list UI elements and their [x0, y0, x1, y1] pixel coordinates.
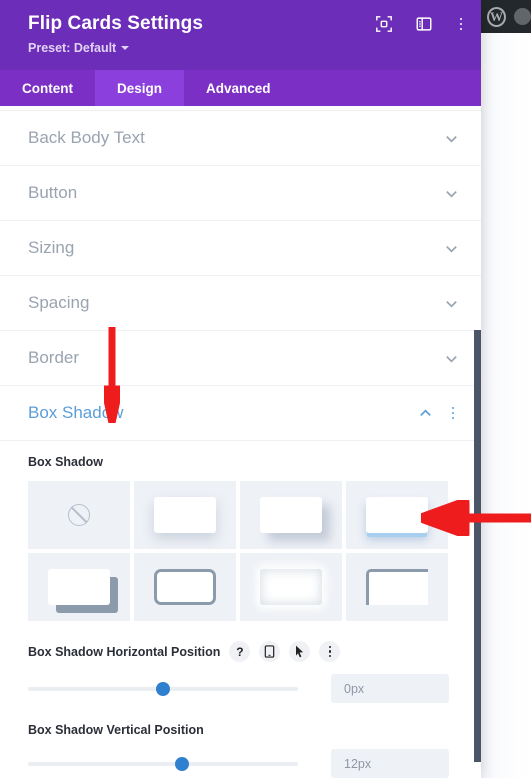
wordpress-logo-icon[interactable]: W: [487, 6, 506, 27]
box-shadow-horizontal-position-control: Box Shadow Horizontal Position ? 0px: [28, 641, 453, 703]
site-icon[interactable]: [514, 8, 531, 25]
box-shadow-preset-inner-shadow[interactable]: [240, 553, 342, 621]
wordpress-page-backdrop: [481, 0, 531, 778]
vertical-scrollbar[interactable]: [474, 330, 481, 762]
split-view-icon[interactable]: [415, 15, 433, 33]
settings-modal: Flip Cards Settings Preset: Default Cont…: [0, 0, 481, 778]
accordion-label: Sizing: [28, 238, 75, 257]
box-shadow-field-label: Box Shadow: [28, 455, 104, 469]
tab-advanced[interactable]: Advanced: [184, 70, 293, 106]
box-shadow-preset-grid: [28, 481, 448, 621]
annotation-arrow-down: [104, 327, 120, 423]
tab-design[interactable]: Design: [95, 70, 185, 106]
wordpress-admin-bar: W: [481, 0, 531, 33]
shadow-preview: [48, 569, 110, 605]
box-shadow-preset-offset-blur-shadow[interactable]: [240, 481, 342, 549]
box-shadow-preset-corner-bracket-shadow[interactable]: [346, 553, 448, 621]
accordion-spacing[interactable]: Spacing: [0, 276, 481, 331]
accordion-label: Border: [28, 348, 80, 367]
more-options-icon[interactable]: [319, 641, 341, 662]
accordion-box-shadow[interactable]: Box Shadow: [0, 386, 481, 441]
slider-row: 0px: [28, 674, 453, 703]
focus-mode-icon[interactable]: [375, 15, 393, 33]
box-shadow-preset-no-shadow[interactable]: [28, 481, 130, 549]
more-options-icon[interactable]: [447, 405, 460, 422]
accordion-button[interactable]: Button: [0, 166, 481, 221]
control-label: Box Shadow Horizontal Position: [28, 644, 221, 659]
horizontal-position-slider[interactable]: [28, 678, 298, 700]
vertical-position-slider[interactable]: [28, 753, 298, 775]
modal-header: Flip Cards Settings Preset: Default: [0, 0, 481, 70]
chevron-down-icon: [446, 190, 457, 198]
accordion-border[interactable]: Border: [0, 331, 481, 386]
vertical-position-value[interactable]: 12px: [331, 749, 449, 778]
shadow-preview: [366, 497, 428, 533]
shadow-preview: [260, 569, 322, 605]
chevron-down-icon: [446, 135, 457, 143]
more-options-icon[interactable]: [455, 16, 468, 33]
accordion-label: Back Body Text: [28, 128, 145, 147]
control-label: Box Shadow Vertical Position: [28, 723, 204, 737]
annotation-arrow-left: [421, 500, 531, 536]
slider-track: [28, 761, 298, 766]
chevron-down-icon: [121, 46, 130, 50]
control-header: Box Shadow Horizontal Position ?: [28, 641, 453, 662]
slider-thumb[interactable]: [156, 681, 170, 696]
accordion-actions: [418, 405, 460, 422]
preset-label: Preset: Default: [28, 41, 117, 55]
shadow-preview: [366, 569, 428, 605]
help-icon[interactable]: ?: [229, 641, 251, 662]
box-shadow-preset-hard-offset-shadow[interactable]: [28, 553, 130, 621]
slider-row: 12px: [28, 749, 453, 778]
accordion-sizing[interactable]: Sizing: [0, 221, 481, 276]
tab-bar: Content Design Advanced: [0, 70, 481, 106]
chevron-down-icon: [446, 245, 457, 253]
tab-content[interactable]: Content: [0, 70, 95, 106]
chevron-up-icon[interactable]: [418, 406, 433, 421]
tab-bar-filler: [293, 70, 481, 106]
chevron-down-icon: [446, 300, 457, 308]
shadow-preview: [154, 569, 216, 605]
box-shadow-vertical-position-control: Box Shadow Vertical Position 12px: [28, 723, 453, 778]
responsive-mobile-icon[interactable]: [259, 641, 281, 662]
screen-root: W Flip Cards Settings Preset: Default Co…: [0, 0, 531, 778]
preset-dropdown[interactable]: Preset: Default: [28, 41, 130, 55]
shadow-preview: [154, 497, 216, 533]
box-shadow-preset-soft-drop-shadow[interactable]: [134, 481, 236, 549]
control-header: Box Shadow Vertical Position: [28, 723, 453, 737]
shadow-preview: [260, 497, 322, 533]
chevron-down-icon: [446, 355, 457, 363]
box-shadow-preset-outline-shadow[interactable]: [134, 553, 236, 621]
hover-cursor-icon[interactable]: [289, 641, 311, 662]
accordion-back-body-text[interactable]: Back Body Text: [0, 111, 481, 166]
accordion-label: Spacing: [28, 293, 90, 312]
horizontal-position-value[interactable]: 0px: [331, 674, 449, 703]
no-shadow-icon: [68, 504, 90, 526]
slider-thumb[interactable]: [174, 756, 189, 771]
header-icon-group: [375, 15, 468, 33]
settings-scroll-area[interactable]: Back Body Text Button Sizing Spacing Bor…: [0, 111, 481, 778]
box-shadow-panel: Box Shadow Box Shadow Horizontal Positio…: [0, 441, 481, 778]
accordion-label: Button: [28, 183, 78, 202]
